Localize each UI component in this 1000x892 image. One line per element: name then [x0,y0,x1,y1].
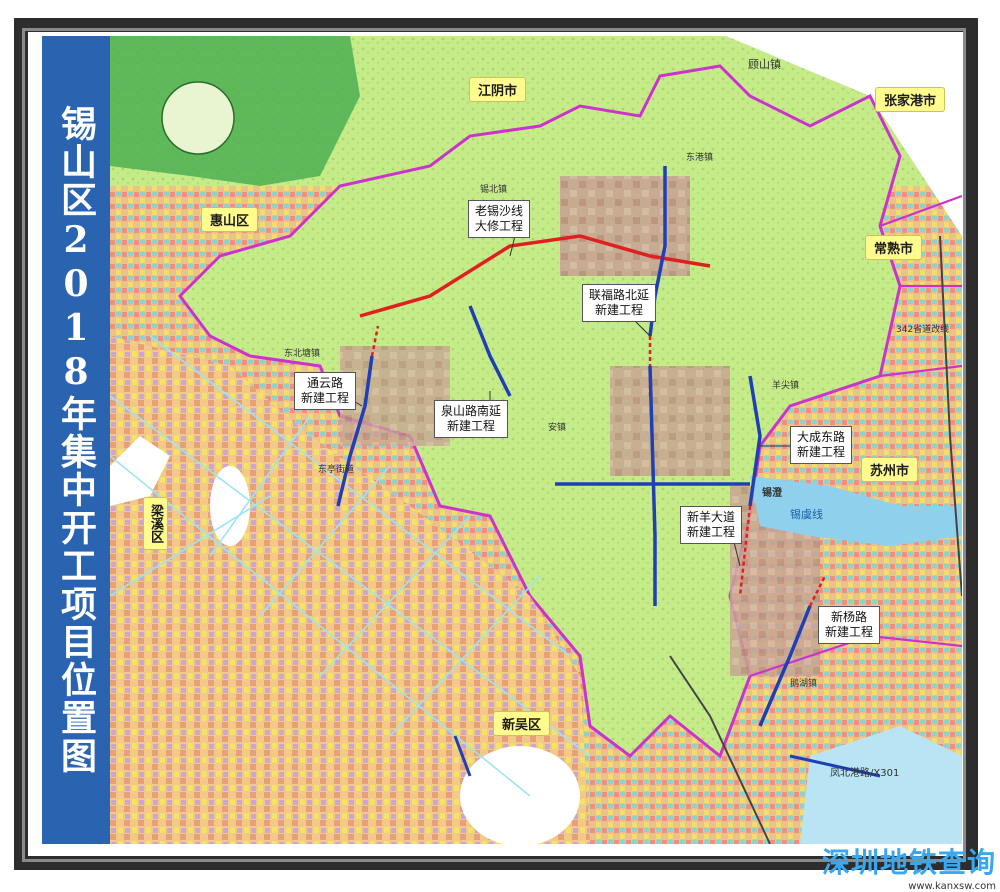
callout-quanshan-line2: 新建工程 [447,419,496,433]
label-zhangjiagang: 张家港市 [876,88,945,111]
callout-quanshan: 泉山路南延 新建工程 [434,400,509,438]
huishan-forest [110,36,360,186]
label-donggang: 东港镇 [686,153,714,163]
callout-xinyang: 新羊大道 新建工程 [680,506,743,544]
callout-tongyun-line2: 新建工程 [301,391,350,405]
label-suzhou: 苏州市 [862,458,918,481]
label-s342: 342省道改线 [896,325,950,335]
label-liangxi: 梁溪区 [144,498,167,549]
label-anzhen: 安镇 [548,423,567,433]
callout-xinyang-line2: 新建工程 [687,525,736,539]
label-huishan: 惠山区 [202,208,258,231]
watermark: 深圳地铁查询 www.kanxsw.com [822,841,996,892]
label-yangjian: 羊尖镇 [772,381,800,391]
label-xinwu: 新吴区 [494,712,550,735]
map-title: 锡山区2018年集中开工项目位置图 [55,105,97,775]
callout-xinyue-line1: 新杨路 [831,610,868,624]
label-changshu: 常熟市 [866,236,922,259]
callout-tongyun: 通云路 新建工程 [294,372,357,410]
lake [460,746,580,844]
watermark-title: 深圳地铁查询 [821,846,996,879]
forest-park [161,81,235,155]
label-road: 凤北港路/X301 [830,768,900,779]
built-patch [610,366,730,476]
label-xicheng: 锡澄 [762,488,782,499]
label-dongbei: 东北塘镇 [284,349,321,359]
callout-lianying-line2: 新建工程 [595,303,644,317]
map-poster: 锡山区2018年集中开工项目位置图 江阴市 张家港市 常熟市 苏州市 惠山区 梁… [0,0,1000,892]
callout-xinyue-line2: 新建工程 [825,625,874,639]
callout-dacheng-line1: 大成东路 [797,430,846,444]
label-canal: 锡虞线 [790,508,823,521]
callout-lianying-line1: 联福路北延 [589,288,650,302]
label-dongting: 东亭街道 [318,465,355,475]
callout-dacheng-line2: 新建工程 [797,445,846,459]
callout-laoxi-line2: 大修工程 [475,219,524,233]
watermark-url: www.kanxsw.com [908,881,996,892]
liangxi-blank [210,466,250,546]
callout-lianying: 联福路北延 新建工程 [582,284,657,322]
label-xibei: 锡北镇 [480,185,508,195]
callout-laoxi: 老锡沙线 大修工程 [468,200,531,238]
callout-xinyue: 新杨路 新建工程 [818,606,881,644]
label-gushan: 顾山镇 [748,58,781,71]
label-ehu: 鹅湖镇 [790,679,818,689]
callout-xinyang-line1: 新羊大道 [687,510,736,524]
callout-quanshan-line1: 泉山路南延 [441,404,502,418]
callout-laoxi-line1: 老锡沙线 [475,204,524,218]
callout-dacheng: 大成东路 新建工程 [790,426,853,464]
label-jiangyin: 江阴市 [470,78,526,101]
title-band: 锡山区2018年集中开工项目位置图 [42,36,110,844]
callout-tongyun-line1: 通云路 [307,376,344,390]
